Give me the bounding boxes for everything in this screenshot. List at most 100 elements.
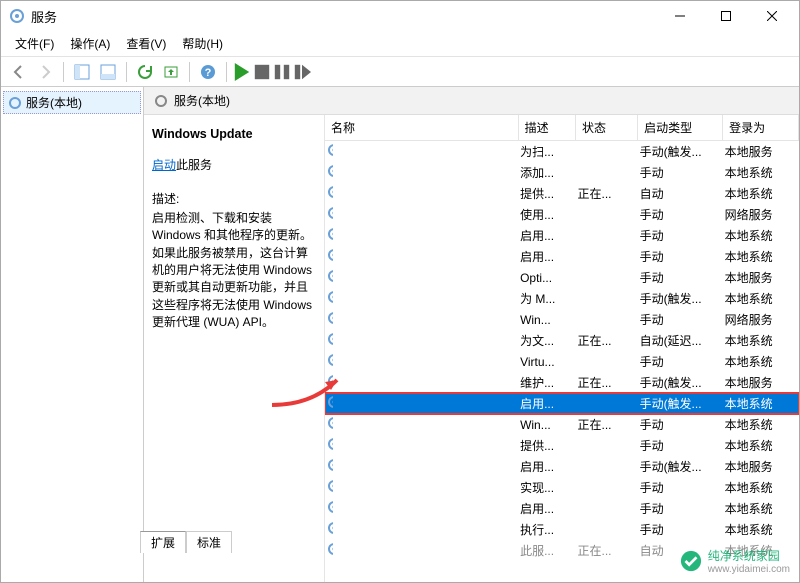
table-row[interactable]: Windows Presentation Fo...Opti...手动本地服务 <box>325 267 799 288</box>
table-row[interactable]: Windows 感知服务启用...手动(触发...本地服务 <box>325 456 799 477</box>
toolbar-separator <box>63 62 64 82</box>
pause-button[interactable] <box>273 63 291 81</box>
menu-help[interactable]: 帮助(H) <box>174 31 231 56</box>
table-row[interactable]: Windows Update启用...手动(触发...本地系统 <box>325 393 799 414</box>
table-row[interactable]: Windows 更新医生服务启用...手动本地系统 <box>325 498 799 519</box>
gear-icon <box>327 248 333 265</box>
service-description: 使用... <box>518 204 575 225</box>
close-button[interactable] <box>749 1 795 31</box>
column-description[interactable]: 描述 <box>518 115 575 141</box>
toolbar: ? <box>1 57 799 87</box>
service-logon-as: 本地系统 <box>723 162 799 183</box>
service-status <box>576 267 638 288</box>
restart-button[interactable] <box>293 63 311 81</box>
service-description: 添加... <box>518 162 575 183</box>
table-row[interactable]: Windows 安全中心服务Win...正在...手动本地系统 <box>325 414 799 435</box>
service-startup-type: 手动 <box>638 498 723 519</box>
tab-extended[interactable]: 扩展 <box>140 531 186 553</box>
table-row[interactable]: Windows Mixed Reality ...启用...手动本地系统 <box>325 225 799 246</box>
toolbar-large-icon[interactable] <box>96 60 120 84</box>
service-description: Win... <box>518 309 575 330</box>
export-button[interactable] <box>159 60 183 84</box>
watermark: 纯净系统家园 www.yidaimei.com <box>680 547 790 575</box>
start-service-suffix: 此服务 <box>176 158 212 172</box>
gear-icon <box>327 521 333 538</box>
play-button[interactable] <box>233 63 251 81</box>
table-row[interactable]: Windows Subsystem for ...Virtu...手动本地系统 <box>325 351 799 372</box>
service-description: 提供... <box>518 183 575 204</box>
maximize-button[interactable] <box>703 1 749 31</box>
service-status <box>576 288 638 309</box>
stop-button[interactable] <box>253 63 271 81</box>
column-logon-as[interactable]: 登录为 <box>723 115 799 141</box>
service-status <box>576 141 638 163</box>
service-description: Win... <box>518 414 575 435</box>
table-row[interactable]: Windows Modules Install...启用...手动本地系统 <box>325 246 799 267</box>
table-row[interactable]: Windows 备份提供...手动本地系统 <box>325 435 799 456</box>
tabs: 扩展 标准 <box>140 531 232 553</box>
gear-icon <box>327 290 333 307</box>
column-startup-type[interactable]: 启动类型 <box>638 115 723 141</box>
table-row[interactable]: Windows 管理服务执行...手动本地系统 <box>325 519 799 540</box>
table-row[interactable]: Windows Image Acquisiti...为扫...手动(触发...本… <box>325 141 799 163</box>
toolbar-separator <box>126 62 127 82</box>
service-description: 启用... <box>518 225 575 246</box>
service-logon-as: 本地系统 <box>723 183 799 204</box>
service-startup-type: 手动 <box>638 204 723 225</box>
service-startup-type: 自动 <box>638 183 723 204</box>
service-logon-as: 本地服务 <box>723 372 799 393</box>
gear-icon <box>327 164 333 181</box>
service-status <box>576 498 638 519</box>
table-row[interactable]: Windows Search为文...正在...自动(延迟...本地系统 <box>325 330 799 351</box>
column-name[interactable]: 名称 <box>325 115 518 141</box>
service-startup-type: 手动(触发... <box>638 456 723 477</box>
svg-text:?: ? <box>205 67 212 79</box>
check-shield-icon <box>680 550 702 572</box>
service-startup-type: 手动 <box>638 519 723 540</box>
table-row[interactable]: Windows Time维护...正在...手动(触发...本地服务 <box>325 372 799 393</box>
table-row[interactable]: Windows PushToInstall ...为 M...手动(触发...本… <box>325 288 799 309</box>
service-status <box>576 435 638 456</box>
menu-file[interactable]: 文件(F) <box>7 31 62 56</box>
watermark-name: 纯净系统家园 <box>708 547 790 564</box>
service-list-pane[interactable]: 名称 描述 状态 启动类型 登录为 Windows Image Acquisit… <box>324 115 799 582</box>
window-title: 服务 <box>31 7 657 26</box>
toolbar-separator <box>226 62 227 82</box>
service-logon-as: 本地系统 <box>723 519 799 540</box>
service-logon-as: 本地服务 <box>723 456 799 477</box>
service-description: 执行... <box>518 519 575 540</box>
help-button[interactable]: ? <box>196 60 220 84</box>
start-service-link[interactable]: 启动 <box>152 158 176 172</box>
service-status <box>576 456 638 477</box>
service-logon-as: 网络服务 <box>723 204 799 225</box>
service-logon-as: 本地系统 <box>723 414 799 435</box>
forward-button[interactable] <box>33 60 57 84</box>
tab-standard[interactable]: 标准 <box>186 531 232 553</box>
back-button[interactable] <box>7 60 31 84</box>
minimize-button[interactable] <box>657 1 703 31</box>
toolbar-separator <box>189 62 190 82</box>
refresh-button[interactable] <box>133 60 157 84</box>
sub-header-title: 服务(本地) <box>174 92 230 109</box>
service-status <box>576 393 638 414</box>
table-row[interactable]: Windows Remote Manag...Win...手动网络服务 <box>325 309 799 330</box>
table-row[interactable]: Windows Installer添加...手动本地系统 <box>325 162 799 183</box>
table-row[interactable]: Windows Management I...提供...正在...自动本地系统 <box>325 183 799 204</box>
nav-services-local[interactable]: 服务(本地) <box>3 91 141 114</box>
service-startup-type: 手动 <box>638 435 723 456</box>
table-row[interactable]: Windows 感知模拟服务实现...手动本地系统 <box>325 477 799 498</box>
service-logon-as: 本地服务 <box>723 267 799 288</box>
table-row[interactable]: Windows Media Player N...使用...手动网络服务 <box>325 204 799 225</box>
menu-view[interactable]: 查看(V) <box>118 31 174 56</box>
service-description: Opti... <box>518 267 575 288</box>
column-status[interactable]: 状态 <box>576 115 638 141</box>
gear-icon <box>327 374 333 391</box>
menu-action[interactable]: 操作(A) <box>62 31 118 56</box>
service-logon-as: 本地系统 <box>723 330 799 351</box>
service-status <box>576 204 638 225</box>
service-logon-as: 本地服务 <box>723 141 799 163</box>
toolbar-detail-icon[interactable] <box>70 60 94 84</box>
service-status <box>576 519 638 540</box>
detail-title: Windows Update <box>152 125 316 143</box>
gear-icon <box>327 143 333 160</box>
